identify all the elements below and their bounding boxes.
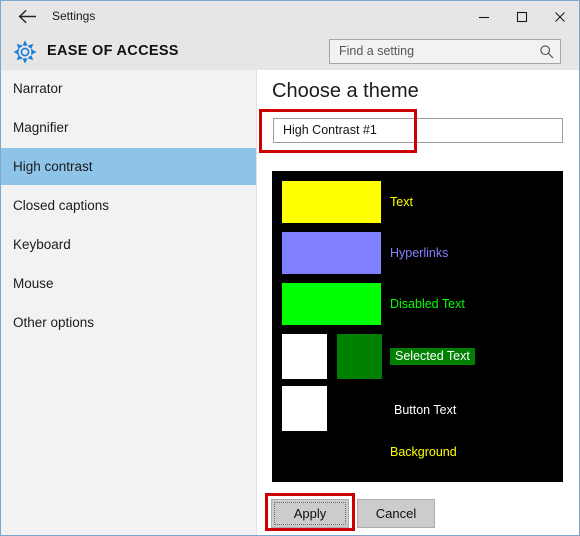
preview-label-hyperlinks: Hyperlinks (390, 246, 449, 260)
sidebar-item-label: Mouse (13, 276, 54, 291)
close-button[interactable] (541, 1, 579, 32)
preview-label-background: Background (390, 445, 457, 459)
sidebar-item-mouse[interactable]: Mouse (1, 265, 256, 302)
theme-dropdown-value: High Contrast #1 (283, 123, 377, 137)
content-pane: Choose a theme High Contrast #1 Text Hyp… (257, 70, 579, 535)
cancel-button-label: Cancel (375, 506, 417, 521)
preview-label-selected-text: Selected Text (390, 348, 475, 365)
maximize-button[interactable] (503, 1, 541, 32)
settings-window: Settings EASE OF ACCESS Find a setting N… (0, 0, 580, 536)
title-bar: Settings (1, 1, 579, 32)
sidebar-item-label: Narrator (13, 81, 63, 96)
search-icon[interactable] (539, 44, 554, 59)
body-area: Narrator Magnifier High contrast Closed … (1, 70, 579, 535)
swatch-button-text (282, 386, 327, 431)
minimize-icon (478, 11, 490, 23)
search-box[interactable]: Find a setting (329, 39, 561, 64)
sidebar-item-keyboard[interactable]: Keyboard (1, 226, 256, 263)
maximize-icon (516, 11, 528, 23)
sidebar-item-label: Closed captions (13, 198, 110, 213)
window-controls (465, 1, 579, 32)
sidebar-item-magnifier[interactable]: Magnifier (1, 109, 256, 146)
window-title: Settings (52, 9, 96, 23)
sidebar-nav: Narrator Magnifier High contrast Closed … (1, 70, 257, 535)
sidebar-item-label: Keyboard (13, 237, 71, 252)
apply-button-label: Apply (293, 506, 327, 521)
preview-label-disabled-text: Disabled Text (390, 297, 465, 311)
page-title: Choose a theme (272, 80, 419, 102)
swatch-selected-highlight (337, 334, 382, 379)
apply-button[interactable]: Apply (271, 499, 349, 528)
swatch-text (282, 181, 381, 223)
swatch-hyperlinks (282, 232, 381, 274)
sidebar-item-high-contrast[interactable]: High contrast (1, 148, 256, 185)
cancel-button[interactable]: Cancel (357, 499, 435, 528)
sidebar-item-label: High contrast (13, 159, 93, 174)
preview-label-text: Text (390, 195, 413, 209)
swatch-disabled-text (282, 283, 381, 325)
sidebar-item-narrator[interactable]: Narrator (1, 70, 256, 107)
minimize-button[interactable] (465, 1, 503, 32)
page-title-header: EASE OF ACCESS (47, 43, 179, 59)
gear-icon (13, 40, 37, 64)
sidebar-item-label: Other options (13, 315, 95, 330)
sidebar-item-closed-captions[interactable]: Closed captions (1, 187, 256, 224)
sidebar-item-label: Magnifier (13, 120, 69, 135)
sidebar-item-other-options[interactable]: Other options (1, 304, 256, 341)
preview-label-button-text: Button Text (394, 403, 457, 417)
swatch-selected-background (282, 334, 327, 379)
back-arrow-icon (18, 9, 37, 24)
page-header: EASE OF ACCESS Find a setting (1, 32, 579, 70)
theme-preview-panel: Text Hyperlinks Disabled Text Selected T… (272, 171, 563, 482)
close-icon (554, 11, 566, 23)
search-input-placeholder[interactable]: Find a setting (339, 40, 414, 63)
theme-dropdown[interactable]: High Contrast #1 (273, 118, 563, 143)
back-button[interactable] (7, 1, 47, 32)
